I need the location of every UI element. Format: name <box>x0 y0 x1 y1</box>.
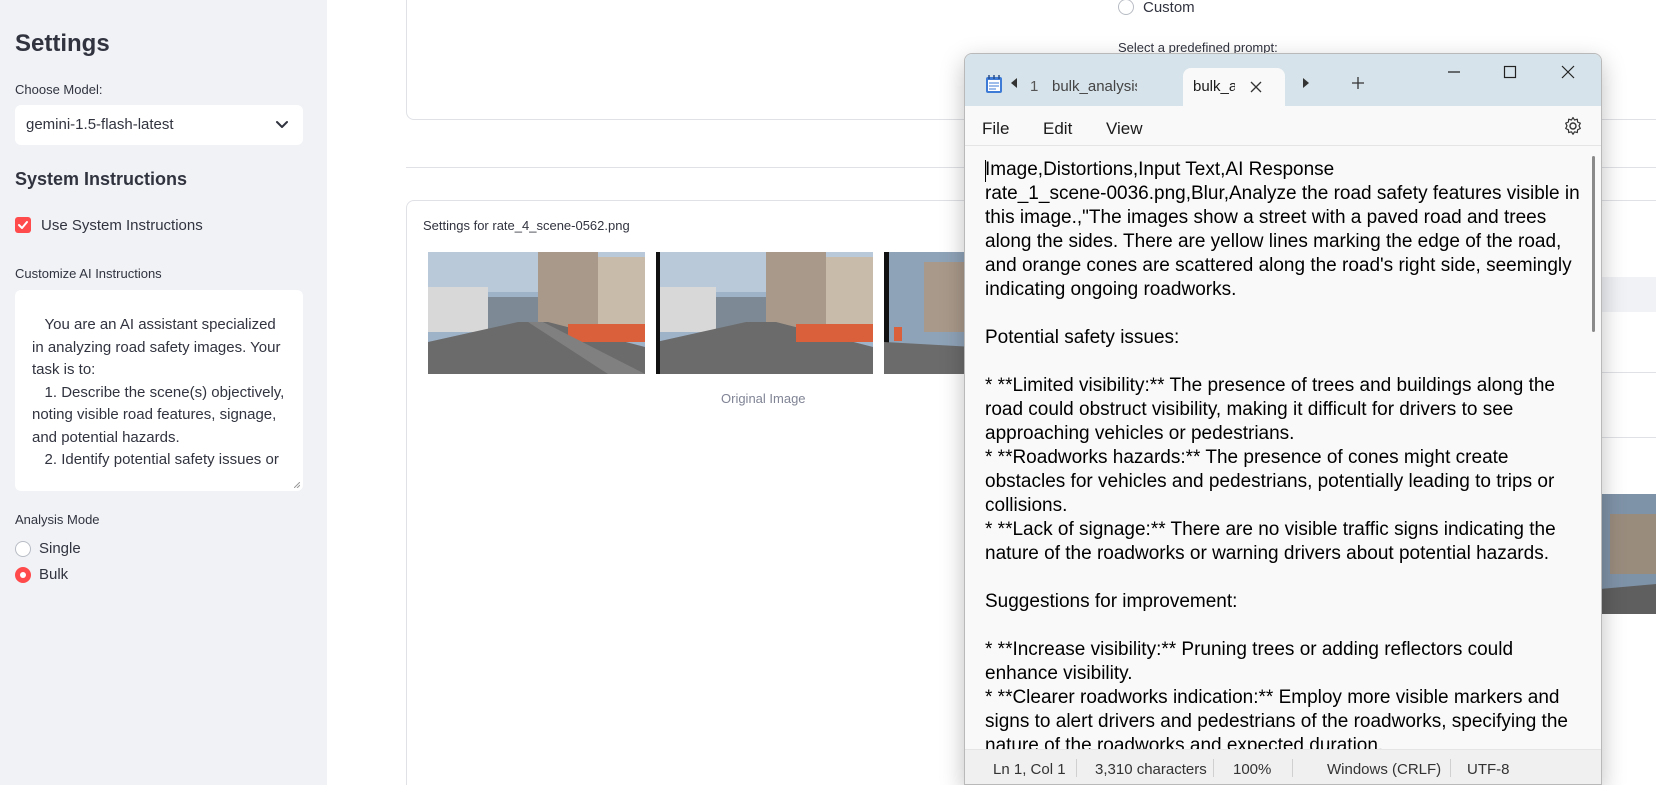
instructions-text: You are an AI assistant specialized in a… <box>32 316 285 468</box>
thumbnail-image <box>656 252 873 374</box>
use-system-checkbox[interactable] <box>15 217 31 233</box>
thumbnail-image <box>1600 494 1656 614</box>
status-line-ending: Windows (CRLF) <box>1327 761 1442 778</box>
tab-close-icon[interactable] <box>1249 80 1263 94</box>
close-window-icon[interactable] <box>1560 64 1576 80</box>
menu-file[interactable]: File <box>982 119 1009 139</box>
tab-number: 1 <box>1030 78 1039 95</box>
background-divider <box>1600 372 1656 373</box>
notepad-text: Image,Distortions,Input Text,AI Response… <box>985 159 1580 756</box>
mode-bulk-radio[interactable] <box>15 567 31 583</box>
customize-label: Customize AI Instructions <box>15 266 162 281</box>
status-separator <box>1292 759 1293 777</box>
minimize-icon[interactable] <box>1446 64 1462 80</box>
mode-single-radio[interactable] <box>15 541 31 557</box>
vertical-scrollbar[interactable] <box>1592 156 1595 332</box>
thumbnail-image <box>428 252 645 374</box>
status-characters: 3,310 characters <box>1095 761 1207 778</box>
notepad-text-area[interactable]: Image,Distortions,Input Text,AI Response… <box>965 146 1601 784</box>
mode-bulk-label[interactable]: Bulk <box>39 566 68 583</box>
menu-edit[interactable]: Edit <box>1043 119 1072 139</box>
status-encoding: UTF-8 <box>1467 761 1510 778</box>
model-select-value: gemini-1.5-flash-latest <box>26 116 174 133</box>
model-select[interactable]: gemini-1.5-flash-latest <box>15 105 303 145</box>
custom-radio-label[interactable]: Custom <box>1143 0 1195 16</box>
status-separator <box>1213 759 1214 777</box>
background-panel <box>1600 277 1656 312</box>
tab-label: bulk_a <box>1193 78 1235 95</box>
model-label: Choose Model: <box>15 82 103 97</box>
resize-grip-icon[interactable] <box>294 482 300 488</box>
thumbnail-image <box>884 252 974 374</box>
background-divider <box>1600 437 1656 438</box>
status-separator <box>1076 759 1077 777</box>
mode-single-label[interactable]: Single <box>39 540 81 557</box>
system-instructions-heading: System Instructions <box>15 169 188 189</box>
maximize-icon[interactable] <box>1502 64 1518 80</box>
chevron-down-icon <box>276 121 288 128</box>
new-tab-icon[interactable] <box>1351 76 1365 90</box>
menu-view[interactable]: View <box>1106 119 1143 139</box>
tab-scroll-left-icon[interactable] <box>1007 76 1021 90</box>
tab-bulk-analysis[interactable]: 1 bulk_analysis <box>1027 68 1137 106</box>
analysis-mode-label: Analysis Mode <box>15 512 100 527</box>
notepad-app-icon <box>986 75 1002 93</box>
sidebar: Settings Choose Model: gemini-1.5-flash-… <box>0 0 327 785</box>
notepad-window[interactable]: 1 bulk_analysis bulk_a File Edit View Im… <box>964 53 1602 785</box>
instructions-textarea[interactable]: You are an AI assistant specialized in a… <box>15 290 303 491</box>
notepad-statusbar: Ln 1, Col 1 3,310 characters 100% Window… <box>965 749 1601 784</box>
settings-title: Settings for rate_4_scene-0562.png <box>423 218 630 233</box>
status-separator <box>1450 759 1451 777</box>
status-zoom[interactable]: 100% <box>1233 761 1271 778</box>
status-position: Ln 1, Col 1 <box>993 761 1066 778</box>
sidebar-title: Settings <box>15 30 110 57</box>
notepad-titlebar[interactable]: 1 bulk_analysis bulk_a <box>965 54 1601 106</box>
tab-scroll-right-icon[interactable] <box>1299 76 1313 90</box>
tab-label: bulk_analysis <box>1052 78 1137 95</box>
original-image-caption: Original Image <box>721 391 806 406</box>
check-icon <box>18 221 28 229</box>
tab-bulk-a-active[interactable]: bulk_a <box>1183 68 1285 106</box>
gear-icon[interactable] <box>1563 116 1583 136</box>
use-system-label[interactable]: Use System Instructions <box>41 217 203 234</box>
